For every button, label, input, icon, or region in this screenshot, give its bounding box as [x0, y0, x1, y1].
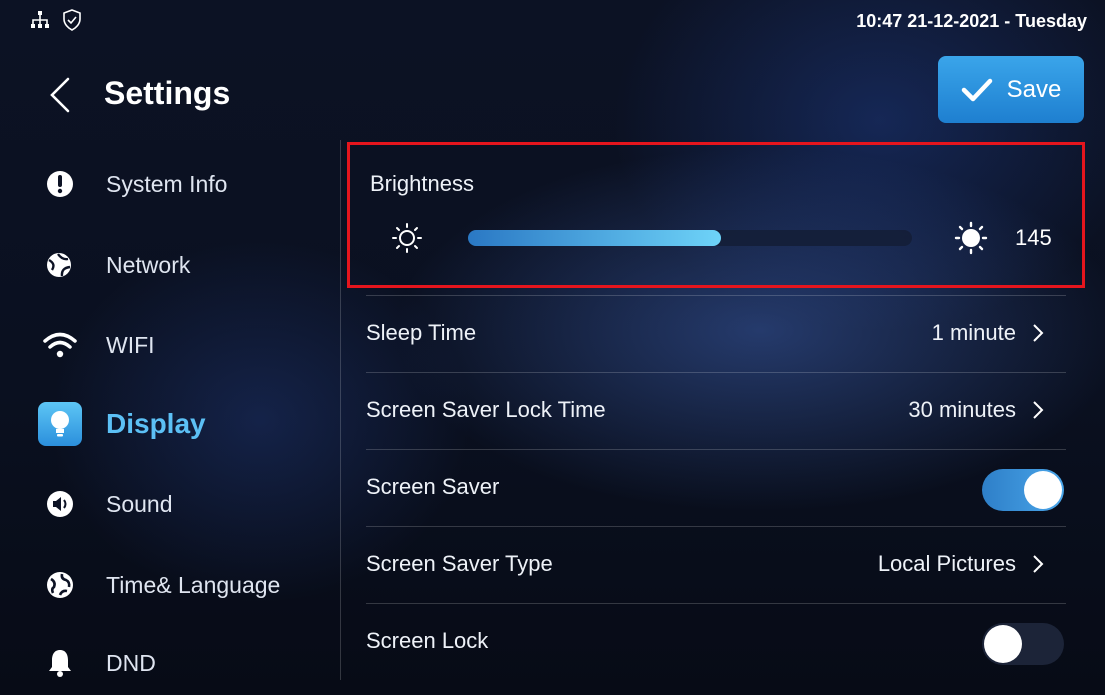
screen-saver-lock-time-row[interactable]: Screen Saver Lock Time 30 minutes [366, 372, 1066, 449]
save-button[interactable]: Save [938, 56, 1084, 123]
status-clock: 10:47 21-12-2021 - Tuesday [856, 11, 1087, 31]
sun-dim-icon[interactable] [390, 221, 424, 260]
sun-bright-icon[interactable] [954, 221, 988, 260]
network-globe-icon [38, 243, 82, 287]
sleep-time-row[interactable]: Sleep Time 1 minute [366, 295, 1066, 372]
network-topology-icon [30, 10, 50, 30]
sidebar-item-dnd[interactable]: DND [38, 638, 328, 688]
chevron-right-icon [1033, 324, 1044, 342]
sidebar-item-label: DND [106, 649, 156, 676]
screen-saver-type-label: Screen Saver Type [366, 551, 553, 576]
sidebar-item-sound[interactable]: Sound [38, 479, 328, 529]
sidebar-item-label: Display [106, 408, 206, 439]
sidebar-item-wifi[interactable]: WIFI [38, 320, 328, 370]
brightness-slider[interactable] [468, 230, 912, 246]
sleep-time-value: 1 minute [931, 320, 1016, 345]
sidebar-item-time-language[interactable]: Time& Language [38, 560, 328, 610]
checkmark-icon [961, 78, 992, 101]
speaker-icon [38, 482, 82, 526]
sidebar-item-label: Time& Language [106, 571, 281, 598]
bell-icon [38, 641, 82, 685]
sidebar-item-label: System Info [106, 170, 228, 197]
sidebar-divider [340, 140, 341, 680]
sidebar-item-label: Network [106, 251, 191, 278]
screen-lock-row: Screen Lock [366, 603, 1066, 680]
chevron-left-icon [50, 77, 70, 113]
toggle-knob [1024, 471, 1062, 509]
page-title: Settings [104, 75, 231, 111]
screen-saver-toggle[interactable] [982, 469, 1064, 511]
back-button[interactable] [46, 75, 76, 115]
screen-saver-lock-time-value: 30 minutes [908, 397, 1016, 422]
screen-saver-type-row[interactable]: Screen Saver Type Local Pictures [366, 526, 1066, 603]
wifi-icon [38, 323, 82, 367]
status-bar: 10:47 21-12-2021 - Tuesday [0, 0, 1105, 40]
brightness-slider-fill [468, 230, 722, 246]
shield-check-icon [62, 9, 82, 31]
sidebar-item-system-info[interactable]: System Info [38, 159, 328, 209]
brightness-value: 145 [1015, 225, 1052, 250]
screen-saver-label: Screen Saver [366, 474, 500, 499]
chevron-right-icon [1033, 401, 1044, 419]
info-circle-icon [38, 162, 82, 206]
sidebar-item-label: Sound [106, 490, 173, 517]
sidebar-item-label: WIFI [106, 331, 155, 358]
brightness-label: Brightness [370, 171, 474, 196]
screen-lock-label: Screen Lock [366, 628, 489, 653]
screen-lock-toggle[interactable] [982, 623, 1064, 665]
bulb-icon [38, 402, 82, 446]
screen-saver-type-value: Local Pictures [877, 551, 1016, 576]
screen-saver-row: Screen Saver [366, 449, 1066, 526]
sidebar-item-network[interactable]: Network [38, 240, 328, 290]
toggle-knob [984, 625, 1022, 663]
brightness-section: Brightness 145 [347, 142, 1085, 288]
sidebar-item-display[interactable]: Display [38, 399, 328, 449]
brightness-control: 145 [390, 221, 1070, 261]
status-icons [30, 9, 82, 31]
chevron-right-icon [1033, 555, 1044, 573]
save-label: Save [1006, 75, 1062, 103]
screen-saver-lock-time-label: Screen Saver Lock Time [366, 397, 606, 422]
sleep-time-label: Sleep Time [366, 320, 477, 345]
globe-icon [38, 563, 82, 607]
